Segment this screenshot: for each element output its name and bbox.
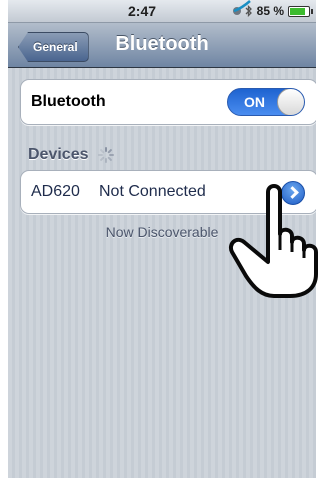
bluetooth-toggle-row: Bluetooth ON bbox=[20, 79, 316, 125]
tapping-hand-icon bbox=[229, 184, 318, 298]
switch-knob[interactable] bbox=[277, 89, 304, 115]
bluetooth-switch[interactable]: ON bbox=[227, 88, 305, 116]
page-title: Bluetooth bbox=[115, 33, 209, 55]
battery-charging-icon bbox=[288, 5, 313, 17]
swipe-arrow-icon bbox=[233, 0, 251, 12]
battery-level-fill bbox=[290, 7, 305, 15]
switch-on-label: ON bbox=[244, 94, 265, 110]
devices-section-header: Devices bbox=[28, 146, 115, 164]
device-status: Not Connected bbox=[99, 183, 206, 200]
status-time: 2:47 bbox=[128, 3, 157, 19]
devices-header-label: Devices bbox=[28, 146, 89, 163]
battery-percent: 85 % bbox=[256, 4, 284, 18]
navigation-bar: General Bluetooth bbox=[8, 23, 316, 68]
status-bar: 2:47 85 % bbox=[8, 0, 316, 23]
device-name: AD620 bbox=[31, 183, 80, 200]
activity-spinner-icon bbox=[97, 147, 114, 163]
bluetooth-label: Bluetooth bbox=[31, 93, 106, 110]
